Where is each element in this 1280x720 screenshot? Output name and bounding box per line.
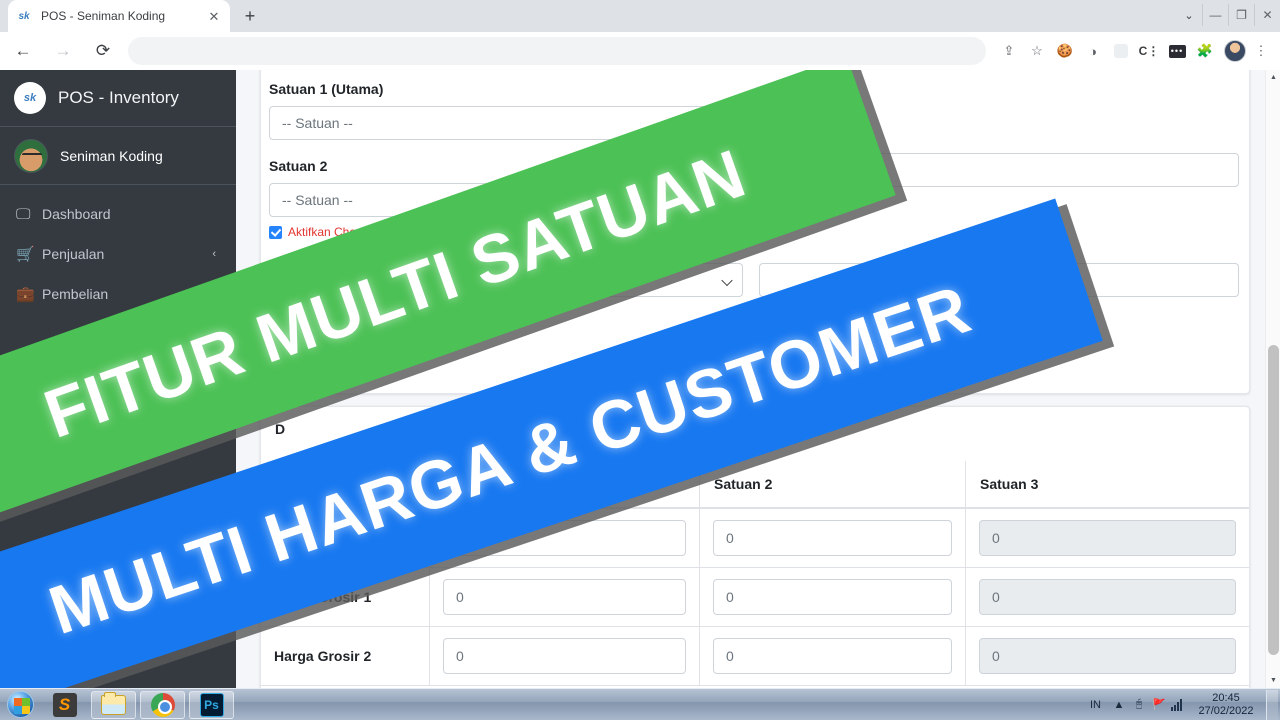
show-desktop-button[interactable] — [1266, 689, 1278, 720]
price-input-satuan-2[interactable]: 0 — [713, 579, 952, 615]
sidebar-item-penjualan[interactable]: 🛒 Penjualan ‹ — [8, 234, 228, 274]
photoshop-icon: Ps — [199, 692, 224, 717]
folder-icon — [101, 691, 126, 715]
aktifkan-checklist-checkbox[interactable] — [269, 225, 282, 239]
dark-extension-icon[interactable]: ••• — [1164, 38, 1190, 64]
windows-logo-icon — [6, 691, 34, 718]
start-button[interactable] — [2, 690, 38, 720]
blurred-extension-icon[interactable] — [1108, 38, 1134, 64]
row-label: Harga Grosir 2 — [274, 648, 372, 664]
sidebar-item-label: Penjualan — [42, 246, 105, 262]
satuan1-label: Satuan 1 (Utama) — [269, 81, 384, 97]
reload-icon[interactable]: ⟳ — [86, 34, 120, 68]
clock[interactable]: 20:45 27/02/2022 — [1189, 692, 1263, 718]
price-input-satuan-3: 0 — [979, 638, 1236, 674]
chrome-icon — [150, 692, 175, 717]
clock-time: 20:45 — [1212, 691, 1240, 704]
sidebar-user-panel[interactable]: Seniman Koding — [0, 127, 236, 185]
scrollbar-thumb[interactable] — [1268, 345, 1279, 655]
clock-date: 27/02/2022 — [1198, 704, 1254, 717]
price-input-satuan-1[interactable]: 0 — [443, 638, 686, 674]
taskbar-app-photoshop[interactable]: Ps — [189, 690, 234, 719]
browser-toolbar: ← → ⟳ ⇪ ☆ 🍪 ◑ C⋮ ••• 🧩 ⋮ — [0, 32, 1280, 70]
table-header-satuan-3: Satuan 3 — [965, 461, 1249, 509]
browser-window: sk POS - Seniman Koding ✕ + ⌄ — ❐ ✕ ← → … — [0, 0, 1280, 720]
tab-strip: sk POS - Seniman Koding ✕ + ⌄ — ❐ ✕ — [0, 0, 1280, 32]
sidebar-brand[interactable]: sk POS - Inventory — [0, 70, 236, 127]
close-tab-icon[interactable]: ✕ — [206, 8, 222, 24]
price-input-satuan-3: 0 — [979, 579, 1236, 615]
windows-taskbar: S Ps IN ▲ 🖰 🚩 20:45 27/02/2022 — [0, 688, 1280, 720]
sidebar-item-label: Dashboard — [42, 206, 111, 222]
action-center-icon[interactable]: 🖰 — [1129, 698, 1149, 711]
site-favicon-icon: sk — [18, 10, 30, 22]
table-header-satuan-2: Satuan 2 — [699, 461, 965, 509]
taskbar-app-sublime-text[interactable]: S — [42, 691, 87, 719]
restore-button[interactable]: ❐ — [1228, 4, 1254, 26]
forward-icon[interactable]: → — [46, 34, 80, 68]
chevron-down-icon — [723, 276, 732, 285]
price-input-satuan-2[interactable]: 0 — [713, 638, 952, 674]
cookie-extension-icon[interactable]: 🍪 — [1052, 38, 1078, 64]
minimize-button[interactable]: — — [1202, 4, 1228, 26]
colorzilla-extension-icon[interactable]: C⋮ — [1136, 38, 1162, 64]
scroll-up-icon[interactable]: ▲ — [1266, 70, 1280, 85]
briefcase-icon: 💼 — [16, 286, 35, 303]
profile-avatar[interactable] — [1220, 38, 1246, 64]
satuan1-value: -- Satuan -- — [282, 115, 353, 131]
puzzle-extensions-icon[interactable]: 🧩 — [1192, 38, 1218, 64]
network-alert-icon[interactable]: 🚩 — [1149, 698, 1169, 711]
chevron-left-icon: ‹ — [212, 248, 216, 260]
back-icon[interactable]: ← — [6, 34, 40, 68]
monitor-icon: 🖵 — [16, 205, 31, 223]
table-row: Harga Grosir 2 0 0 0 — [261, 627, 1249, 686]
tab-title: POS - Seniman Koding — [41, 9, 166, 23]
table-row: Harga Grosir 1 0 0 0 — [261, 568, 1249, 627]
toolbar-icon-group: ⇪ ☆ 🍪 ◑ C⋮ ••• 🧩 ⋮ — [994, 38, 1280, 64]
language-indicator[interactable]: IN — [1082, 699, 1109, 711]
circle-extension-icon[interactable]: ◑ — [1080, 38, 1106, 64]
address-bar[interactable] — [128, 37, 986, 65]
close-window-button[interactable]: ✕ — [1254, 4, 1280, 26]
sublime-text-icon: S — [52, 692, 77, 717]
new-tab-button[interactable]: + — [236, 2, 264, 30]
user-name: Seniman Koding — [60, 147, 163, 164]
browser-tab[interactable]: sk POS - Seniman Koding ✕ — [8, 0, 230, 32]
taskbar-app-google-chrome[interactable] — [140, 690, 185, 719]
brand-title: POS - Inventory — [58, 88, 179, 107]
price-input-satuan-1[interactable]: 0 — [443, 579, 686, 615]
bookmark-star-icon[interactable]: ☆ — [1024, 38, 1050, 64]
page-scrollbar[interactable]: ▲ ▼ — [1265, 70, 1280, 688]
system-tray: IN ▲ 🖰 🚩 20:45 27/02/2022 — [1082, 689, 1280, 720]
satuan2-value: -- Satuan -- — [282, 192, 353, 208]
page-viewport: sk POS - Inventory Seniman Koding 🖵 Dash… — [0, 70, 1280, 688]
taskbar-app-file-explorer[interactable] — [91, 690, 136, 719]
price-input-satuan-2[interactable]: 0 — [713, 520, 952, 556]
browser-menu-icon[interactable]: ⋮ — [1248, 38, 1274, 64]
chevron-down-icon[interactable]: ⌄ — [1176, 9, 1202, 22]
signal-strength-icon[interactable] — [1169, 698, 1189, 711]
price-input-satuan-3: 0 — [979, 520, 1236, 556]
cart-icon: 🛒 — [16, 246, 35, 263]
share-icon[interactable]: ⇪ — [996, 38, 1022, 64]
show-hidden-icons-icon[interactable]: ▲ — [1109, 699, 1129, 711]
scroll-down-icon[interactable]: ▼ — [1266, 673, 1280, 688]
card-heading: D — [275, 421, 286, 437]
sidebar-item-dashboard[interactable]: 🖵 Dashboard — [8, 194, 228, 234]
avatar — [14, 138, 48, 173]
window-controls: ⌄ — ❐ ✕ — [1176, 0, 1280, 30]
brand-logo-icon: sk — [14, 82, 46, 114]
